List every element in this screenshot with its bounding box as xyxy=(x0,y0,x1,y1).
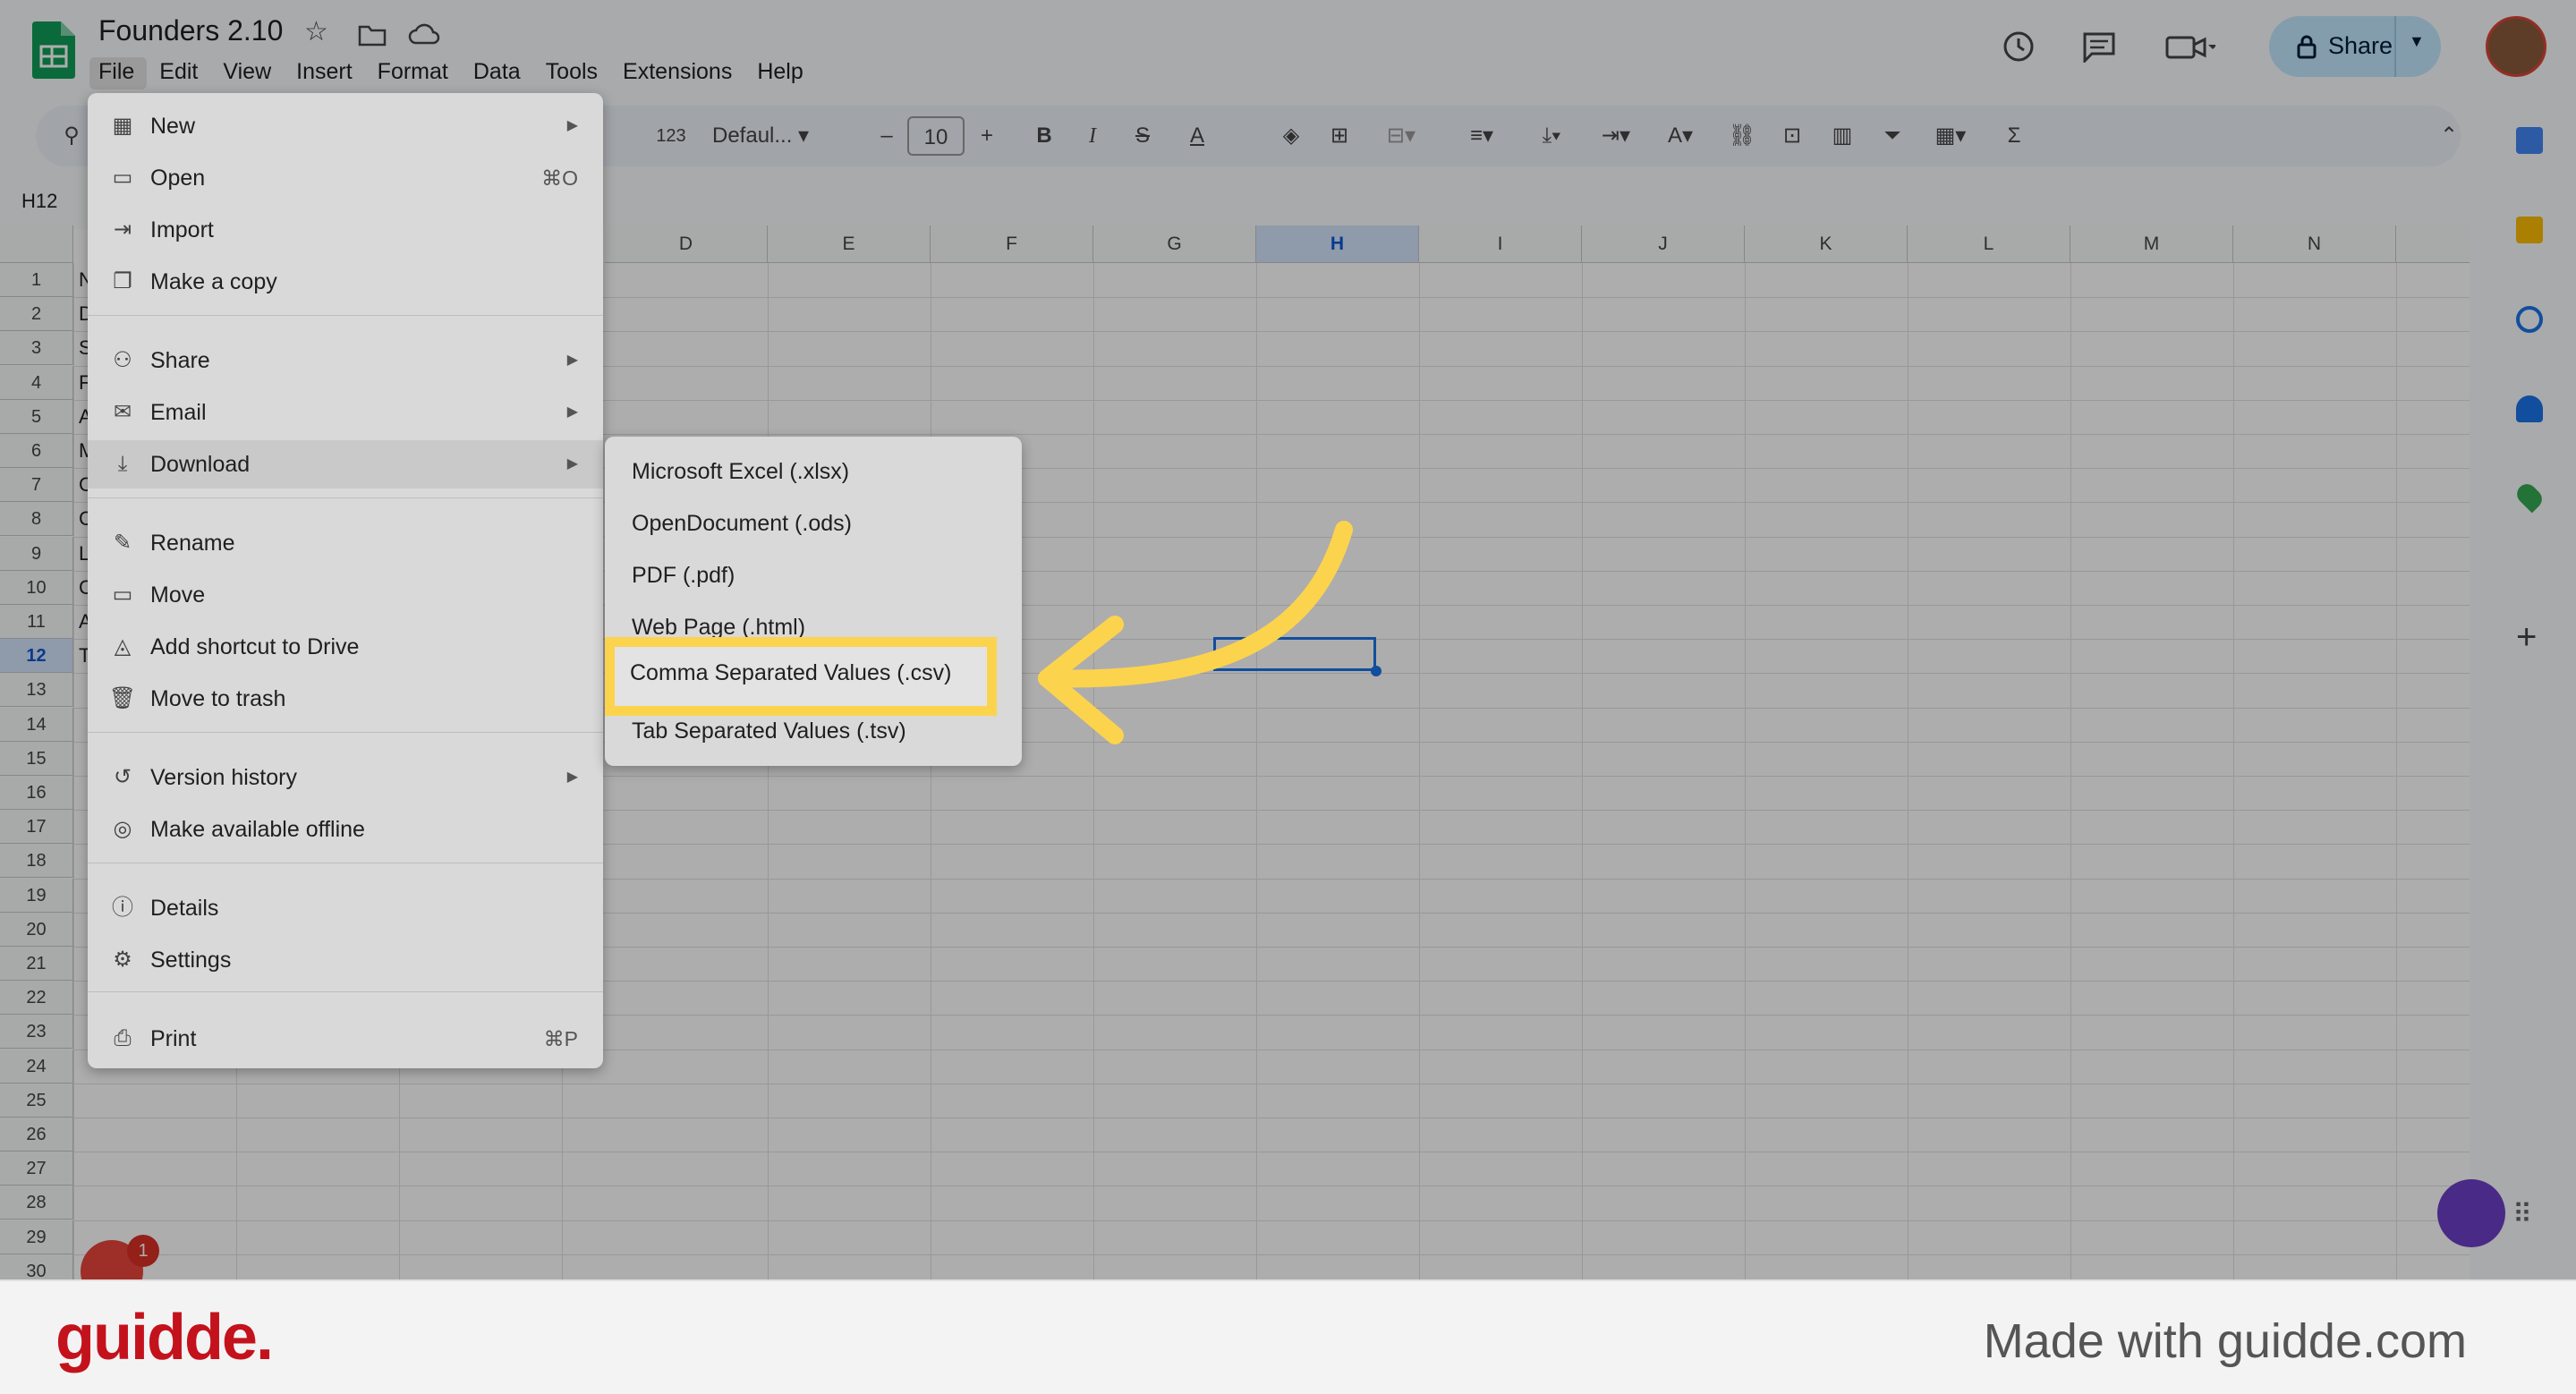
download-item-1[interactable]: OpenDocument (.ods) xyxy=(605,499,1022,548)
file-menu-item-make-available-offline[interactable]: ◎ Make available offline xyxy=(88,805,603,854)
copy-icon: ❐ xyxy=(113,269,132,293)
folder-icon: ▭ xyxy=(112,166,133,190)
submenu-arrow-icon: ▶ xyxy=(566,118,578,133)
footer-tagline: Made with guidde.com xyxy=(1983,1314,2467,1368)
download-item-2[interactable]: PDF (.pdf) xyxy=(605,551,1022,599)
file-menu-item-rename[interactable]: ✎ Rename xyxy=(88,519,603,567)
file-menu-label: Rename xyxy=(150,531,235,556)
file-menu-item-share[interactable]: ⚇ Share ▶ xyxy=(88,336,603,385)
rename-icon: ✎ xyxy=(113,531,132,555)
file-menu-item-details[interactable]: ⓘ Details xyxy=(88,884,603,932)
menu-separator xyxy=(88,497,603,498)
trash-icon: 🗑 xyxy=(108,686,137,710)
file-menu-item-move-to-trash[interactable]: 🗑 Move to trash xyxy=(88,675,603,723)
history-icon: ↺ xyxy=(113,765,132,789)
file-menu-label: Download xyxy=(150,452,251,477)
file-menu-item-email[interactable]: ✉ Email ▶ xyxy=(88,388,603,437)
file-menu-label: Move to trash xyxy=(150,686,286,711)
download-submenu: Microsoft Excel (.xlsx) OpenDocument (.od… xyxy=(605,437,1022,766)
file-menu-label: New xyxy=(150,114,196,139)
file-menu-item-open[interactable]: ▭ Open ⌘O xyxy=(88,154,603,202)
submenu-arrow-icon: ▶ xyxy=(566,769,578,785)
download-item-csv-highlighted[interactable]: Comma Separated Values (.csv) xyxy=(630,660,951,686)
file-menu-item-make-a-copy[interactable]: ❐ Make a copy xyxy=(88,258,603,306)
shortcut-hint: ⌘P xyxy=(543,1027,578,1050)
file-menu-label: Make a copy xyxy=(150,269,277,294)
file-menu-item-add-shortcut-to-drive[interactable]: ◬ Add shortcut to Drive xyxy=(88,623,603,671)
file-menu-label: Print xyxy=(150,1026,197,1051)
file-menu-label: Move xyxy=(150,582,206,608)
submenu-arrow-icon: ▶ xyxy=(566,353,578,368)
menu-separator xyxy=(88,732,603,733)
drive-shortcut-icon: ◬ xyxy=(114,634,132,659)
email-icon: ✉ xyxy=(113,400,132,424)
submenu-arrow-icon: ▶ xyxy=(566,404,578,420)
file-menu-label: Make available offline xyxy=(150,817,365,842)
download-icon: ⤓ xyxy=(117,452,128,476)
shortcut-hint: ⌘O xyxy=(541,166,578,190)
info-icon: ⓘ xyxy=(112,896,133,920)
file-menu-label: Share xyxy=(150,348,210,373)
file-menu-item-new[interactable]: ▦ New ▶ xyxy=(88,102,603,150)
file-menu-label: Version history xyxy=(150,765,297,790)
file-menu-item-download[interactable]: ⤓ Download ▶ xyxy=(88,440,603,489)
gear-icon: ⚙ xyxy=(113,948,132,972)
download-item-0[interactable]: Microsoft Excel (.xlsx) xyxy=(605,447,1022,496)
file-menu-item-move[interactable]: ▭ Move xyxy=(88,571,603,619)
print-icon: ⎙ xyxy=(114,1026,132,1050)
file-menu-label: Settings xyxy=(150,948,232,973)
menu-separator xyxy=(88,315,603,316)
move-folder-icon: ▭ xyxy=(112,582,133,607)
file-menu-label: Details xyxy=(150,896,219,921)
file-menu-item-import[interactable]: ⇥ Import xyxy=(88,206,603,254)
download-item-label: Microsoft Excel (.xlsx) xyxy=(632,459,850,484)
submenu-arrow-icon: ▶ xyxy=(566,456,578,472)
file-menu-item-version-history[interactable]: ↺ Version history ▶ xyxy=(88,753,603,802)
footer: guidde. Made with guidde.com xyxy=(0,1279,2576,1394)
file-menu-label: Add shortcut to Drive xyxy=(150,634,360,659)
share-person-icon: ⚇ xyxy=(113,348,132,372)
menu-separator xyxy=(88,991,603,992)
download-item-label: PDF (.pdf) xyxy=(632,563,735,588)
import-icon: ⇥ xyxy=(113,217,132,242)
download-item-label: OpenDocument (.ods) xyxy=(632,511,852,536)
file-menu-label: Open xyxy=(150,166,206,191)
file-menu: ▦ New ▶ ▭ Open ⌘O ⇥ Import ❐ Make a copy ⚇ Share ▶ ✉ E… xyxy=(88,93,603,1068)
file-menu-label: Import xyxy=(150,217,214,242)
offline-icon: ◎ xyxy=(113,817,132,841)
guidde-logo: guidde. xyxy=(55,1302,274,1373)
new-sheet-icon: ▦ xyxy=(112,114,133,138)
file-menu-label: Email xyxy=(150,400,207,425)
file-menu-item-settings[interactable]: ⚙ Settings xyxy=(88,936,603,984)
arrow-annotation-icon xyxy=(1038,521,1353,744)
file-menu-item-print[interactable]: ⎙ Print ⌘P xyxy=(88,1015,603,1063)
